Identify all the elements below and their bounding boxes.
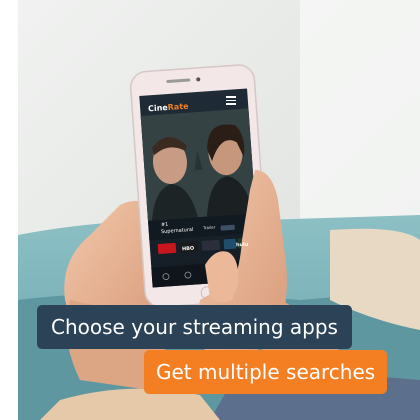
caption-multiple-searches: Get multiple searches — [144, 350, 388, 394]
brand-part2: Rate — [167, 101, 189, 113]
show-number: #1 — [160, 221, 169, 229]
brand-part1: Cine — [147, 103, 169, 114]
trailer-label: Trailer — [202, 224, 216, 231]
hulu-logo: hulu — [235, 241, 249, 249]
caption-choose-apps: Choose your streaming apps — [37, 305, 352, 349]
hamburger-menu-icon — [226, 96, 236, 105]
hbo-logo: HBO — [181, 245, 195, 253]
